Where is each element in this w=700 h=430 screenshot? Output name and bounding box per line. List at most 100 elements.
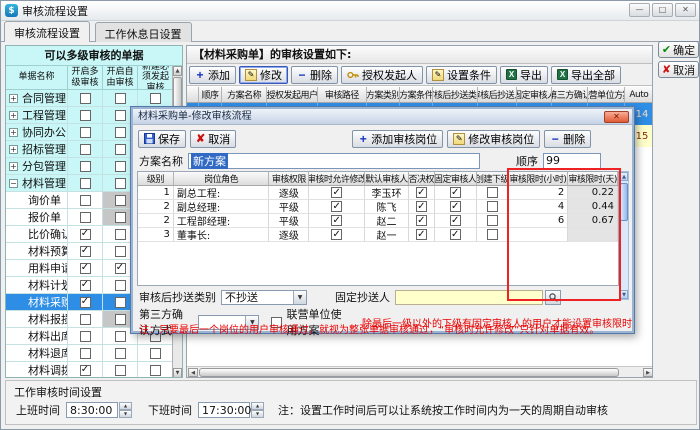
checkbox[interactable] (487, 215, 498, 226)
scroll-down-icon[interactable]: ▼ (173, 368, 182, 378)
end-time-stepper[interactable]: ▲▼ (251, 402, 264, 418)
dialog-button-保存[interactable]: 保存 (138, 130, 186, 148)
checkbox[interactable] (450, 187, 461, 198)
checkbox[interactable] (331, 215, 342, 226)
checkbox[interactable] (450, 229, 461, 240)
scheme-name-input[interactable]: 新方案 (188, 153, 480, 169)
lookup-button[interactable] (545, 290, 561, 305)
checkbox[interactable] (150, 348, 161, 359)
scroll-down-icon[interactable]: ▼ (620, 290, 628, 299)
dialog-button-修改审核岗位[interactable]: ✎修改审核岗位 (447, 130, 540, 148)
expand-icon[interactable]: + (9, 162, 18, 171)
cancel-button[interactable]: ✘ 取消 (658, 61, 699, 78)
scroll-left-icon[interactable]: ◀ (188, 368, 198, 377)
checkbox[interactable] (115, 297, 126, 308)
checkbox[interactable] (150, 365, 161, 376)
checkbox[interactable] (450, 215, 461, 226)
scroll-up-icon[interactable]: ▲ (173, 66, 182, 76)
checkbox[interactable] (115, 110, 126, 121)
expand-icon[interactable]: − (9, 179, 18, 188)
checkbox[interactable] (80, 280, 91, 291)
spin-up-icon[interactable]: ▲ (119, 402, 132, 410)
checkbox[interactable] (331, 229, 342, 240)
checkbox[interactable] (115, 365, 126, 376)
minimize-icon[interactable]: — (629, 3, 650, 17)
position-row[interactable]: 3董事长:逐级赵一 (138, 228, 618, 242)
checkbox[interactable] (450, 201, 461, 212)
start-time-stepper[interactable]: ▲▼ (119, 402, 132, 418)
scroll-right-icon[interactable]: ▶ (643, 368, 653, 377)
checkbox[interactable] (80, 195, 91, 206)
checkbox[interactable] (80, 297, 91, 308)
checkbox[interactable] (487, 201, 498, 212)
checkbox[interactable] (80, 263, 91, 274)
dialog-vertical-scrollbar[interactable]: ▲ ▼ (619, 171, 629, 300)
tab-audit-flow[interactable]: 审核流程设置 (4, 21, 90, 42)
dialog-button-取消[interactable]: ✘取消 (190, 130, 236, 148)
checkbox[interactable] (115, 229, 126, 240)
checkbox[interactable] (416, 187, 427, 198)
checkbox[interactable] (115, 348, 126, 359)
horizontal-scrollbar[interactable]: ◀ ▶ (187, 366, 653, 377)
checkbox[interactable] (115, 212, 126, 223)
dialog-close-icon[interactable]: ✕ (604, 111, 629, 123)
checkbox[interactable] (487, 229, 498, 240)
maximize-icon[interactable]: □ (652, 3, 673, 17)
position-row[interactable]: 2工程部经理:平级赵二60.67 (138, 214, 618, 228)
checkbox[interactable] (80, 93, 91, 104)
checkbox[interactable] (115, 93, 126, 104)
position-row[interactable]: 1副总工程:逐级李玉环20.22 (138, 186, 618, 200)
checkbox[interactable] (80, 110, 91, 121)
order-input[interactable]: 99 (543, 153, 601, 169)
toolbar-button-授权发起人[interactable]: 授权发起人 (341, 66, 423, 84)
scroll-thumb[interactable] (620, 183, 628, 221)
checkbox[interactable] (487, 187, 498, 198)
checkbox[interactable] (80, 365, 91, 376)
toolbar-button-导出[interactable]: X导出 (500, 66, 548, 84)
checkbox[interactable] (115, 144, 126, 155)
checkbox[interactable] (115, 314, 126, 325)
checkbox[interactable] (115, 280, 126, 291)
fixed-cc-input[interactable] (395, 290, 543, 305)
checkbox[interactable] (80, 161, 91, 172)
expand-icon[interactable]: + (9, 145, 18, 154)
checkbox[interactable] (115, 127, 126, 138)
checkbox[interactable] (331, 201, 342, 212)
checkbox[interactable] (416, 215, 427, 226)
start-time-input[interactable]: 8:30:00 (66, 402, 118, 418)
checkbox[interactable] (115, 263, 126, 274)
checkbox[interactable] (416, 229, 427, 240)
toolbar-button-添加[interactable]: +添加 (189, 66, 236, 84)
checkbox[interactable] (115, 178, 126, 189)
checkbox[interactable] (80, 127, 91, 138)
checkbox[interactable] (80, 229, 91, 240)
toolbar-button-导出全部[interactable]: X导出全部 (551, 66, 621, 84)
checkbox[interactable] (80, 212, 91, 223)
cc-type-select[interactable]: 不抄送 ▼ (221, 290, 307, 305)
tree-row[interactable]: +合同管理 (6, 90, 174, 107)
close-icon[interactable]: ✕ (675, 3, 696, 17)
checkbox[interactable] (80, 144, 91, 155)
expand-icon[interactable]: + (9, 128, 18, 137)
checkbox[interactable] (115, 195, 126, 206)
checkbox[interactable] (331, 187, 342, 198)
checkbox[interactable] (115, 246, 126, 257)
dialog-button-添加审核岗位[interactable]: +添加审核岗位 (352, 130, 443, 148)
checkbox[interactable] (115, 161, 126, 172)
checkbox[interactable] (80, 314, 91, 325)
expand-icon[interactable]: + (9, 111, 18, 120)
scroll-thumb[interactable] (199, 368, 619, 377)
tree-row[interactable]: 材料退库单 (6, 345, 174, 362)
checkbox[interactable] (80, 178, 91, 189)
checkbox[interactable] (150, 93, 161, 104)
end-time-input[interactable]: 17:30:00 (198, 402, 250, 418)
spin-up-icon[interactable]: ▲ (251, 402, 264, 410)
tab-rest-days[interactable]: 工作休息日设置 (95, 22, 192, 42)
spin-down-icon[interactable]: ▼ (251, 410, 264, 418)
checkbox[interactable] (416, 201, 427, 212)
ok-button[interactable]: ✔ 确定 (658, 41, 699, 58)
checkbox[interactable] (115, 331, 126, 342)
expand-icon[interactable]: + (9, 94, 18, 103)
toolbar-button-删除[interactable]: −删除 (291, 66, 338, 84)
chevron-down-icon[interactable]: ▼ (293, 291, 306, 304)
